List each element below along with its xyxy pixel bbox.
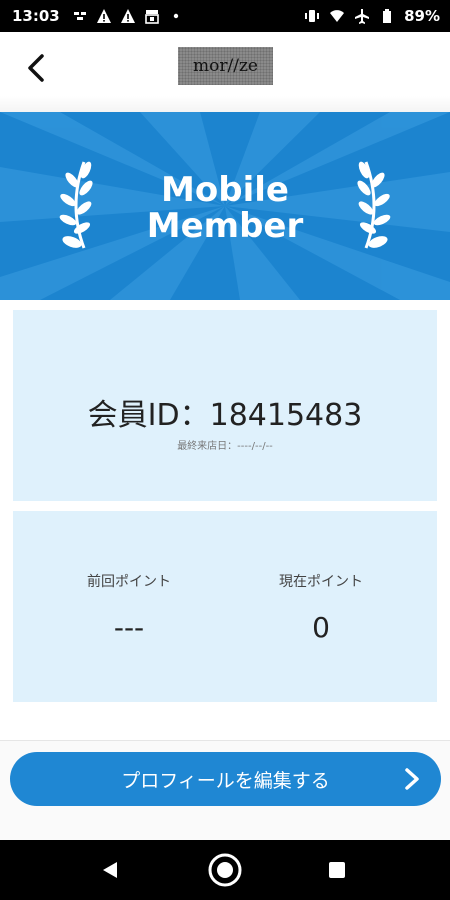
store-icon <box>144 10 159 24</box>
app-header: mor//ze <box>0 32 450 106</box>
edit-profile-button[interactable]: プロフィールを編集する <box>10 752 441 806</box>
current-points-value: 0 <box>312 611 330 644</box>
nav-back-icon[interactable] <box>100 860 120 880</box>
warning-icon <box>120 9 135 23</box>
battery-level: 89% <box>404 7 440 25</box>
battery-icon <box>383 9 392 23</box>
banner-title-line2: Member <box>146 206 304 246</box>
system-nav-bar <box>0 840 450 900</box>
status-time: 13:03 <box>12 7 60 25</box>
banner-title-line1: Mobile <box>161 170 289 210</box>
nav-home-icon[interactable] <box>207 852 243 888</box>
previous-points-value: --- <box>113 611 145 644</box>
warning-icon <box>96 9 111 23</box>
current-points: 現在ポイント 0 <box>221 571 421 644</box>
edit-profile-label: プロフィールを編集する <box>121 769 330 792</box>
wifi-icon <box>330 10 345 22</box>
current-points-label: 現在ポイント <box>279 574 363 590</box>
logo-text: mor//ze <box>193 56 258 76</box>
network-icon <box>73 12 86 20</box>
member-content: 会員ID：18415483 最終来店日：----/--/-- 前回ポイント --… <box>0 300 450 740</box>
chevron-right-icon <box>405 768 419 790</box>
member-id-card: 会員ID：18415483 最終来店日：----/--/-- <box>13 310 437 501</box>
header-divider <box>0 96 450 112</box>
airplane-icon <box>355 9 370 24</box>
member-id: 会員ID：18415483 <box>87 398 363 433</box>
points-card: 前回ポイント --- 現在ポイント 0 <box>13 511 437 702</box>
previous-points-label: 前回ポイント <box>87 574 171 590</box>
vibrate-icon <box>305 10 320 22</box>
last-visit-date: 最終来店日：----/--/-- <box>177 441 273 452</box>
mobile-member-banner: Mobile Member <box>0 112 450 300</box>
previous-points: 前回ポイント --- <box>29 571 229 644</box>
store-logo: mor//ze <box>178 47 273 85</box>
chevron-left-icon <box>28 54 44 82</box>
status-bar: 13:03 89% <box>0 0 450 32</box>
back-button[interactable] <box>18 50 54 86</box>
bottom-action-area: プロフィールを編集する <box>0 740 450 841</box>
dot-icon <box>173 13 178 19</box>
nav-recent-apps-icon[interactable] <box>329 862 345 878</box>
